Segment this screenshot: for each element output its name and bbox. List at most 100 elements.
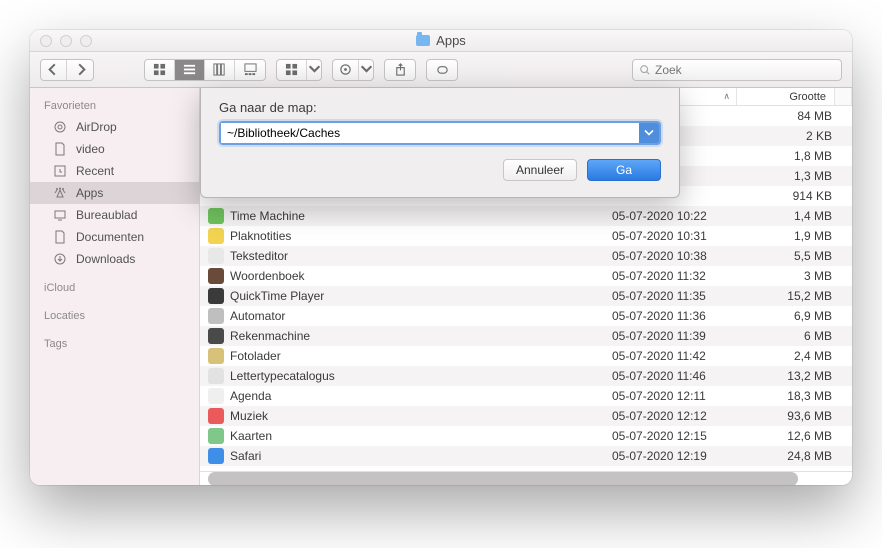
sidebar-item-downloads[interactable]: Downloads: [30, 248, 199, 270]
column-size[interactable]: Grootte: [737, 88, 835, 105]
view-columns[interactable]: [205, 60, 235, 80]
file-name: Kaarten: [230, 429, 272, 443]
view-switch: [144, 59, 266, 81]
file-size: 24,8 MB: [754, 449, 840, 463]
app-icon: [208, 328, 224, 344]
sidebar-item-label: Apps: [76, 186, 103, 200]
table-row[interactable]: Rekenmachine05-07-2020 11:396 MB: [200, 326, 852, 346]
app-icon: [208, 268, 224, 284]
file-date: 05-07-2020 11:36: [604, 309, 754, 323]
sidebar-item-apps[interactable]: Apps: [30, 182, 199, 204]
file-date: 05-07-2020 11:35: [604, 289, 754, 303]
nav-back-forward: [40, 59, 94, 81]
go-button[interactable]: Ga: [587, 159, 661, 181]
forward-button[interactable]: [67, 60, 93, 80]
file-name: Automator: [230, 309, 285, 323]
file-size: 12,6 MB: [754, 429, 840, 443]
file-size: 15,2 MB: [754, 289, 840, 303]
cancel-button[interactable]: Annuleer: [503, 159, 577, 181]
sidebar-item-label: Bureaublad: [76, 208, 137, 222]
window-title: Apps: [30, 33, 852, 48]
file-size: 93,6 MB: [754, 409, 840, 423]
file-name: Lettertypecatalogus: [230, 369, 335, 383]
app-icon: [208, 208, 224, 224]
combo-chevron-icon[interactable]: [639, 123, 659, 143]
airdrop-icon: [52, 119, 68, 135]
toolbar: [30, 52, 852, 88]
table-row[interactable]: Teksteditor05-07-2020 10:385,5 MB: [200, 246, 852, 266]
folder-icon: [416, 35, 430, 46]
titlebar[interactable]: Apps: [30, 30, 852, 52]
app-icon: [208, 348, 224, 364]
document-icon: [52, 229, 68, 245]
view-list[interactable]: [175, 60, 205, 80]
horizontal-scrollbar[interactable]: [200, 471, 852, 485]
file-size: 2,4 MB: [754, 349, 840, 363]
download-icon: [52, 251, 68, 267]
go-to-folder-sheet: Ga naar de map: Annuleer Ga: [200, 88, 680, 198]
file-size: 1,9 MB: [754, 229, 840, 243]
table-row[interactable]: Woordenboek05-07-2020 11:323 MB: [200, 266, 852, 286]
app-icon: [208, 228, 224, 244]
tags-button[interactable]: [426, 59, 458, 81]
file-size: 6 MB: [754, 329, 840, 343]
file-date: 05-07-2020 12:15: [604, 429, 754, 443]
apps-icon: [52, 185, 68, 201]
app-icon: [208, 248, 224, 264]
file-size: 3 MB: [754, 269, 840, 283]
file-name: QuickTime Player: [230, 289, 324, 303]
table-row[interactable]: Fotolader05-07-2020 11:422,4 MB: [200, 346, 852, 366]
sidebar-item-label: Downloads: [76, 252, 135, 266]
sidebar-item-airdrop[interactable]: AirDrop: [30, 116, 199, 138]
table-row[interactable]: Lettertypecatalogus 05-07-2020 11:4613,2 …: [200, 366, 852, 386]
file-date: 05-07-2020 11:46: [604, 369, 754, 383]
file-date: 05-07-2020 11:39: [604, 329, 754, 343]
sidebar-item-recent[interactable]: Recent: [30, 160, 199, 182]
sheet-label: Ga naar de map:: [219, 100, 661, 115]
app-icon: [208, 388, 224, 404]
table-row[interactable]: QuickTime Player 05-07-2020 11:3515,2 MB: [200, 286, 852, 306]
file-name: Fotolader: [230, 349, 281, 363]
search-icon: [639, 64, 651, 76]
file-size: 6,9 MB: [754, 309, 840, 323]
back-button[interactable]: [41, 60, 67, 80]
table-row[interactable]: Time Machine05-07-2020 10:221,4 MB: [200, 206, 852, 226]
share-button[interactable]: [384, 59, 416, 81]
table-row[interactable]: Muziek05-07-2020 12:1293,6 MB: [200, 406, 852, 426]
file-size: 18,3 MB: [754, 389, 840, 403]
document-icon: [52, 141, 68, 157]
sheet-path-combo[interactable]: [219, 121, 661, 145]
table-row[interactable]: Automator 05-07-2020 11:366,9 MB: [200, 306, 852, 326]
sheet-path-input[interactable]: [221, 123, 639, 143]
sidebar-section-tags: Tags: [30, 334, 199, 354]
file-date: 05-07-2020 10:31: [604, 229, 754, 243]
sidebar-item-desktop[interactable]: Bureaublad: [30, 204, 199, 226]
window-title-text: Apps: [436, 33, 466, 48]
action-button[interactable]: [332, 59, 374, 81]
sidebar-item-video[interactable]: video: [30, 138, 199, 160]
file-name: Safari: [230, 449, 261, 463]
desktop-icon: [52, 207, 68, 223]
table-row[interactable]: Agenda05-07-2020 12:1118,3 MB: [200, 386, 852, 406]
sidebar-item-documents[interactable]: Documenten: [30, 226, 199, 248]
search-input[interactable]: [632, 59, 842, 81]
table-row[interactable]: Kaarten 05-07-2020 12:1512,6 MB: [200, 426, 852, 446]
search-field[interactable]: [655, 63, 835, 77]
arrange-button[interactable]: [276, 59, 322, 81]
table-row[interactable]: Safari 05-07-2020 12:1924,8 MB: [200, 446, 852, 466]
view-gallery[interactable]: [235, 60, 265, 80]
view-icons[interactable]: [145, 60, 175, 80]
file-name: Plaknotities: [230, 229, 291, 243]
file-date: 05-07-2020 10:22: [604, 209, 754, 223]
file-size: 13,2 MB: [754, 369, 840, 383]
sort-asc-icon: ∧: [723, 91, 730, 102]
file-name: Time Machine: [230, 209, 305, 223]
file-date: 05-07-2020 12:11: [604, 389, 754, 403]
sidebar-item-label: AirDrop: [76, 120, 117, 134]
file-date: 05-07-2020 10:38: [604, 249, 754, 263]
file-size: 1,8 MB: [754, 149, 840, 163]
finder-window: Apps: [30, 30, 852, 485]
table-row[interactable]: Plaknotities 05-07-2020 10:311,9 MB: [200, 226, 852, 246]
app-icon: [208, 408, 224, 424]
file-date: 05-07-2020 12:19: [604, 449, 754, 463]
